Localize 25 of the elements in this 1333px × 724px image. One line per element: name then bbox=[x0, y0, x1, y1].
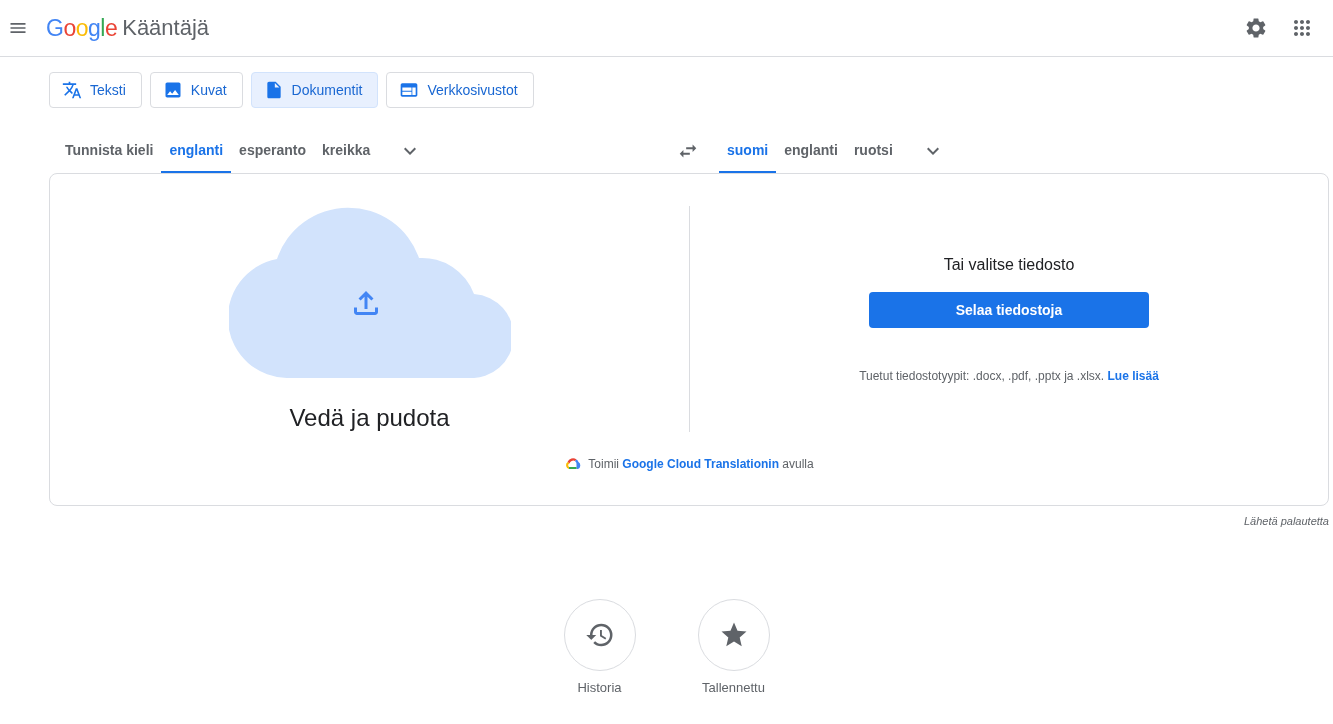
language-tab[interactable]: Tunnista kieli bbox=[57, 129, 162, 173]
logo-text[interactable]: Google bbox=[46, 14, 118, 42]
translate-icon bbox=[62, 80, 82, 100]
attribution-text: Toimii Google Cloud Translationin avulla bbox=[588, 457, 814, 471]
choose-file-label: Tai valitse tiedosto bbox=[943, 256, 1075, 274]
mode-tab[interactable]: Kuvat bbox=[149, 72, 243, 108]
language-tab[interactable]: ruotsi bbox=[845, 129, 901, 173]
language-tab[interactable]: esperanto bbox=[231, 129, 315, 173]
mode-tab[interactable]: Dokumentit bbox=[250, 72, 379, 108]
cloud-translation-link[interactable]: Google Cloud Translationin bbox=[622, 457, 779, 471]
learn-more-link[interactable]: Lue lisää bbox=[1107, 369, 1159, 383]
language-tab[interactable]: kreikka bbox=[314, 129, 379, 173]
language-tab[interactable]: englanti bbox=[161, 129, 232, 173]
mode-tab[interactable]: Teksti bbox=[49, 72, 142, 108]
language-tab[interactable]: englanti bbox=[776, 129, 846, 173]
webpage-icon bbox=[399, 80, 420, 100]
drag-and-drop-label: Vedä ja pudota bbox=[289, 404, 450, 432]
cloud-logo-icon bbox=[564, 457, 583, 471]
product-name[interactable]: Kääntäjä bbox=[122, 15, 210, 41]
settings-icon[interactable] bbox=[1244, 16, 1268, 40]
send-feedback-link[interactable]: Lähetä palautetta bbox=[1243, 515, 1329, 527]
mode-tab[interactable]: Verkkosivustot bbox=[386, 72, 534, 108]
language-tab[interactable]: suomi bbox=[719, 129, 777, 173]
browse-files-button[interactable]: Selaa tiedostoja bbox=[869, 292, 1149, 328]
supported-types-text: Tuetut tiedostotyypit: .docx, .pdf, .pptx ja .xlsx. Lue lisää bbox=[859, 369, 1159, 383]
